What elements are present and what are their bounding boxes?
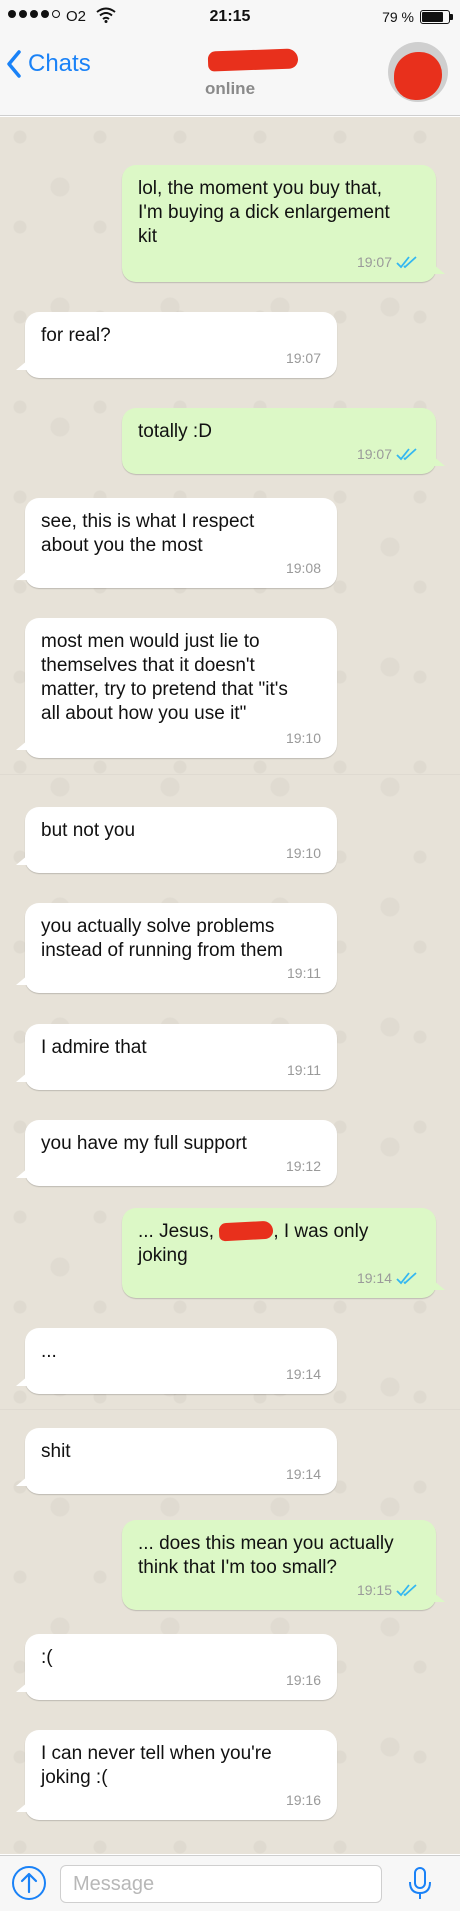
arrow-up-icon: [20, 1872, 38, 1894]
message-text: shit: [41, 1441, 71, 1462]
message-bubble-incoming[interactable]: ... 19:14: [16, 1328, 337, 1394]
attach-button[interactable]: [12, 1866, 46, 1900]
message-bubble-incoming[interactable]: you actually solve problems instead of r…: [16, 903, 337, 993]
message-time: 19:15: [356, 1582, 392, 1598]
message-bubble-outgoing[interactable]: lol, the moment you buy that, I'm buying…: [122, 165, 445, 282]
message-time: 19:08: [285, 560, 321, 576]
message-bubble-incoming[interactable]: I can never tell when you're joking :( 1…: [16, 1730, 337, 1820]
message-bubble-incoming[interactable]: for real? 19:07: [16, 312, 337, 378]
microphone-icon: [409, 1867, 431, 1899]
message-input[interactable]: [60, 1865, 382, 1903]
message-bubble-incoming[interactable]: most men would just lie to themselves th…: [16, 618, 337, 758]
message-text: I can never tell when you're joking :(: [41, 1743, 272, 1788]
contact-avatar[interactable]: [388, 42, 448, 102]
message-bubble-incoming[interactable]: but not you 19:10: [16, 807, 337, 873]
message-text: most men would just lie to themselves th…: [41, 631, 288, 724]
status-bar: O2 21:15 79 %: [0, 0, 460, 36]
message-text: :(: [41, 1647, 53, 1668]
chat-header: Chats online: [0, 36, 460, 116]
message-text: for real?: [41, 325, 111, 346]
message-time: 19:11: [287, 965, 321, 981]
read-receipt-icon: [396, 256, 417, 269]
message-text: totally :D: [138, 421, 212, 442]
back-button[interactable]: Chats: [6, 50, 91, 78]
message-bubble-outgoing[interactable]: ... does this mean you actually think th…: [122, 1520, 445, 1610]
message-bubble-incoming[interactable]: I admire that 19:11: [16, 1024, 337, 1090]
message-time: 19:16: [285, 1792, 321, 1808]
read-receipt-icon: [396, 1272, 417, 1285]
message-time: 19:14: [285, 1366, 321, 1382]
message-bubble-incoming[interactable]: :( 19:16: [16, 1634, 337, 1700]
message-bubble-incoming[interactable]: you have my full support 19:12: [16, 1120, 337, 1186]
message-text: see, this is what I respect about you th…: [41, 511, 255, 556]
microphone-button[interactable]: [404, 1866, 436, 1902]
back-button-label: Chats: [28, 50, 91, 77]
message-bubble-outgoing[interactable]: ... Jesus, , I was only joking 19:14: [122, 1208, 445, 1298]
message-time: 19:12: [285, 1158, 321, 1174]
redacted-name: [218, 1220, 274, 1242]
message-time: 19:10: [285, 845, 321, 861]
message-text: you have my full support: [41, 1133, 247, 1154]
message-time: 19:10: [285, 730, 321, 746]
message-time: 19:07: [285, 350, 321, 366]
message-time: 19:14: [285, 1466, 321, 1482]
message-text: ... does this mean you actually think th…: [138, 1533, 394, 1578]
chevron-left-icon: [7, 50, 21, 78]
message-bubble-outgoing[interactable]: totally :D 19:07: [122, 408, 445, 474]
message-time: 19:07: [356, 254, 392, 270]
message-text: ... Jesus, , I was only joking: [138, 1220, 420, 1268]
contact-name-redacted[interactable]: [207, 48, 299, 72]
message-text: I admire that: [41, 1037, 147, 1058]
message-text: lol, the moment you buy that, I'm buying…: [138, 178, 390, 247]
battery-icon: [420, 10, 453, 24]
message-time: 19:11: [287, 1062, 321, 1078]
message-text: ...: [41, 1341, 57, 1362]
message-list[interactable]: lol, the moment you buy that, I'm buying…: [0, 117, 460, 1854]
message-time: 19:07: [356, 446, 392, 462]
message-time: 19:14: [356, 1270, 392, 1286]
message-bubble-incoming[interactable]: see, this is what I respect about you th…: [16, 498, 337, 588]
message-text: but not you: [41, 820, 136, 841]
message-text: you actually solve problems instead of r…: [41, 916, 283, 961]
message-time: 19:16: [285, 1672, 321, 1688]
message-bubble-incoming[interactable]: shit 19:14: [16, 1428, 337, 1494]
read-receipt-icon: [396, 1584, 417, 1597]
compose-bar: [0, 1855, 460, 1911]
battery-percent: 79 %: [382, 9, 414, 25]
read-receipt-icon: [396, 448, 417, 461]
message-text-part: ... Jesus,: [138, 1221, 220, 1242]
